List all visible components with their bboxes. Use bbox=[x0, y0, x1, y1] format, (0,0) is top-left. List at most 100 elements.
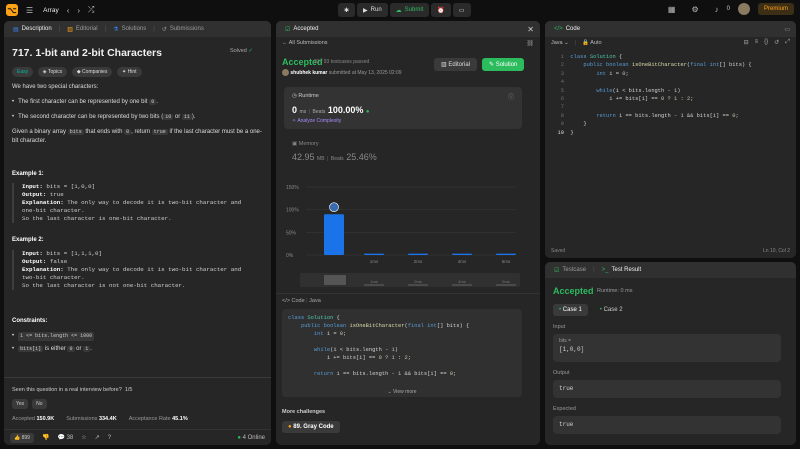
notes-button[interactable]: ▭ bbox=[452, 3, 471, 17]
y-tick-label: 0% bbox=[286, 253, 294, 259]
flask-icon: ⚗ bbox=[113, 26, 119, 33]
list-item: • 1 <= bits.length <= 1000 bbox=[12, 332, 95, 341]
all-submissions-link[interactable]: ← All Submissions bbox=[282, 40, 328, 46]
stats-row: Accepted 150.9K Submissions 334.4K Accep… bbox=[12, 416, 188, 422]
companies-badge[interactable]: ◆ Companies bbox=[71, 67, 113, 77]
code-editor[interactable]: 1 class Solution { 2 public boolean isOn… bbox=[551, 53, 791, 137]
cursor-position: Ln 10, Col 2 bbox=[763, 248, 790, 254]
auto-mode[interactable]: 🔒 Auto bbox=[582, 40, 601, 46]
y-tick-label: 50% bbox=[286, 230, 297, 236]
tab-editorial[interactable]: ▥ Editorial bbox=[64, 24, 100, 35]
problem-list-icon[interactable]: ☰ bbox=[26, 6, 33, 15]
like-button[interactable]: 👍 899 bbox=[10, 432, 34, 443]
memory-row[interactable]: 42.95 MB | Beats 25.46% bbox=[292, 152, 377, 162]
maximize-icon[interactable]: ▭ bbox=[784, 26, 790, 33]
output-label: Output bbox=[553, 370, 570, 376]
comments-button[interactable]: 💬 38 bbox=[57, 434, 73, 441]
view-more-button[interactable]: ⌄ View more bbox=[282, 389, 522, 395]
memory-label[interactable]: ▣ Memory bbox=[292, 141, 319, 147]
run-button[interactable]: ▶ Run bbox=[357, 3, 388, 17]
editor-toolbar: Java ⌄ | 🔒 Auto bbox=[551, 40, 602, 46]
case-2-tab[interactable]: • Case 2 bbox=[594, 304, 629, 316]
close-icon[interactable]: ✕ bbox=[527, 25, 534, 34]
result-status: Accepted bbox=[553, 286, 594, 296]
tab-code[interactable]: </> Code bbox=[551, 24, 583, 34]
case-tabs: • Case 1 • Case 2 bbox=[553, 304, 629, 316]
navigator-label: 1ms bbox=[370, 279, 378, 284]
navigator-bar bbox=[452, 284, 472, 286]
layout-icon[interactable]: ▦ bbox=[668, 5, 676, 14]
example-2-block: Input: bits = [1,1,1,0] Output: false Ex… bbox=[12, 250, 241, 290]
navigator-label: 5ms bbox=[502, 279, 510, 284]
help-icon[interactable]: ? bbox=[108, 435, 111, 441]
tab-submissions[interactable]: ↺ Submissions bbox=[159, 24, 207, 35]
share-icon[interactable]: ↗ bbox=[95, 434, 100, 441]
runtime-distribution-chart[interactable]: 150% 100% 50% 0% 1ms 2ms 4ms 5ms 1ms 2ms 4ms 5ms bbox=[284, 179, 524, 291]
debug-button[interactable]: ✱ bbox=[338, 3, 356, 17]
reset-icon[interactable]: ↺ bbox=[774, 39, 779, 46]
star-icon[interactable]: ☆ bbox=[81, 434, 86, 441]
more-challenges-heading: More challenges bbox=[282, 409, 326, 415]
tab-testcase[interactable]: ☑ Testcase bbox=[551, 265, 589, 276]
info-icon[interactable]: ⓘ bbox=[508, 92, 514, 101]
link-icon[interactable]: ⛓ bbox=[526, 40, 534, 47]
code-line: class Solution { bbox=[288, 315, 340, 321]
tab-accepted[interactable]: ☑ Accepted bbox=[282, 24, 321, 35]
expected-box: true bbox=[553, 416, 781, 434]
code-line: public boolean isOneBitCharacter(final i… bbox=[300, 323, 470, 329]
testcases-passed: 93 / 93 testcases passed bbox=[314, 59, 370, 65]
note-icon: ▭ bbox=[458, 7, 465, 14]
input-box: bits = [1,0,0] bbox=[553, 334, 781, 362]
next-problem-icon[interactable]: › bbox=[77, 6, 80, 15]
case-1-tab[interactable]: • Case 1 bbox=[553, 304, 588, 316]
tab-solutions[interactable]: ⚗ Solutions bbox=[110, 24, 149, 35]
tab-description[interactable]: ▤ Description bbox=[10, 24, 55, 35]
code-editor-panel: </> Code ▭ Java ⌄ | 🔒 Auto ⊟ ≡ {} ↺ ⤢ 1 c… bbox=[545, 21, 796, 258]
x-tick-label: 2ms bbox=[414, 259, 423, 264]
list-item: • The second character can be represented… bbox=[12, 114, 196, 120]
hint-badge[interactable]: ✦ Hint bbox=[117, 67, 142, 77]
x-tick-label: 4ms bbox=[458, 259, 467, 264]
challenge-link[interactable]: ● 89. Gray Code bbox=[282, 421, 340, 433]
bar bbox=[408, 253, 428, 255]
solution-button[interactable]: ✎ Solution bbox=[482, 58, 525, 71]
highlight-bar bbox=[324, 214, 344, 255]
editor-actions: ⊟ ≡ {} ↺ ⤢ bbox=[744, 39, 790, 46]
braces-icon[interactable]: {} bbox=[764, 39, 768, 46]
avatar[interactable] bbox=[737, 3, 750, 15]
top-right: ▦ ⚙ ♪ 0 Premium bbox=[660, 3, 794, 15]
bell-icon[interactable]: ♪ bbox=[715, 5, 719, 14]
green-badge-icon: ● bbox=[365, 109, 370, 115]
submitted-code-block: class Solution { public boolean isOneBit… bbox=[282, 309, 522, 397]
check-icon: ☑ bbox=[285, 26, 291, 33]
play-icon: ▶ bbox=[363, 7, 368, 14]
submit-button[interactable]: ☁ Submit bbox=[389, 3, 430, 17]
topics-badge[interactable]: ◈ Topics bbox=[37, 67, 68, 77]
saved-status: Saved bbox=[551, 248, 566, 254]
problem-list-title[interactable]: Array bbox=[43, 7, 59, 14]
code-line: int i = 0; bbox=[313, 331, 347, 337]
expand-icon[interactable]: ⤢ bbox=[785, 39, 790, 46]
timer-button[interactable]: ⏰ bbox=[431, 3, 451, 17]
dislike-icon[interactable]: 👎 bbox=[42, 434, 49, 441]
settings-icon[interactable]: ⚙ bbox=[691, 5, 698, 14]
no-button[interactable]: No bbox=[32, 399, 47, 409]
navigator-label: 4ms bbox=[458, 279, 466, 284]
code-line: i += bits[i] == 0 ? 1 : 2; bbox=[288, 355, 412, 361]
yes-button[interactable]: Yes bbox=[12, 399, 29, 409]
bottom-action-bar: 👍 899 👎 💬 38 ☆ ↗ ? ● 4 Online bbox=[4, 429, 271, 445]
format-icon[interactable]: ≡ bbox=[755, 39, 759, 46]
tab-test-result[interactable]: >_ Test Result bbox=[599, 265, 645, 275]
editorial-button[interactable]: ▥ Editorial bbox=[434, 58, 478, 71]
analyze-complexity-link[interactable]: ✧ Analyze Complexity bbox=[292, 118, 341, 124]
shuffle-icon[interactable]: ⤮ bbox=[88, 5, 94, 15]
leetcode-logo[interactable]: ⌥ bbox=[6, 4, 18, 16]
premium-button[interactable]: Premium bbox=[757, 3, 794, 15]
comment-icon: 💬 bbox=[57, 435, 67, 441]
bookmark-icon[interactable]: ⊟ bbox=[744, 39, 749, 46]
notification-count: 0 bbox=[726, 6, 730, 12]
runtime-card[interactable]: ◷ Runtime ⓘ 0 ms | Beats 100.00% ● ✧ Ana… bbox=[284, 87, 522, 129]
prev-problem-icon[interactable]: ‹ bbox=[67, 6, 70, 15]
language-select[interactable]: Java ⌄ bbox=[551, 40, 569, 46]
